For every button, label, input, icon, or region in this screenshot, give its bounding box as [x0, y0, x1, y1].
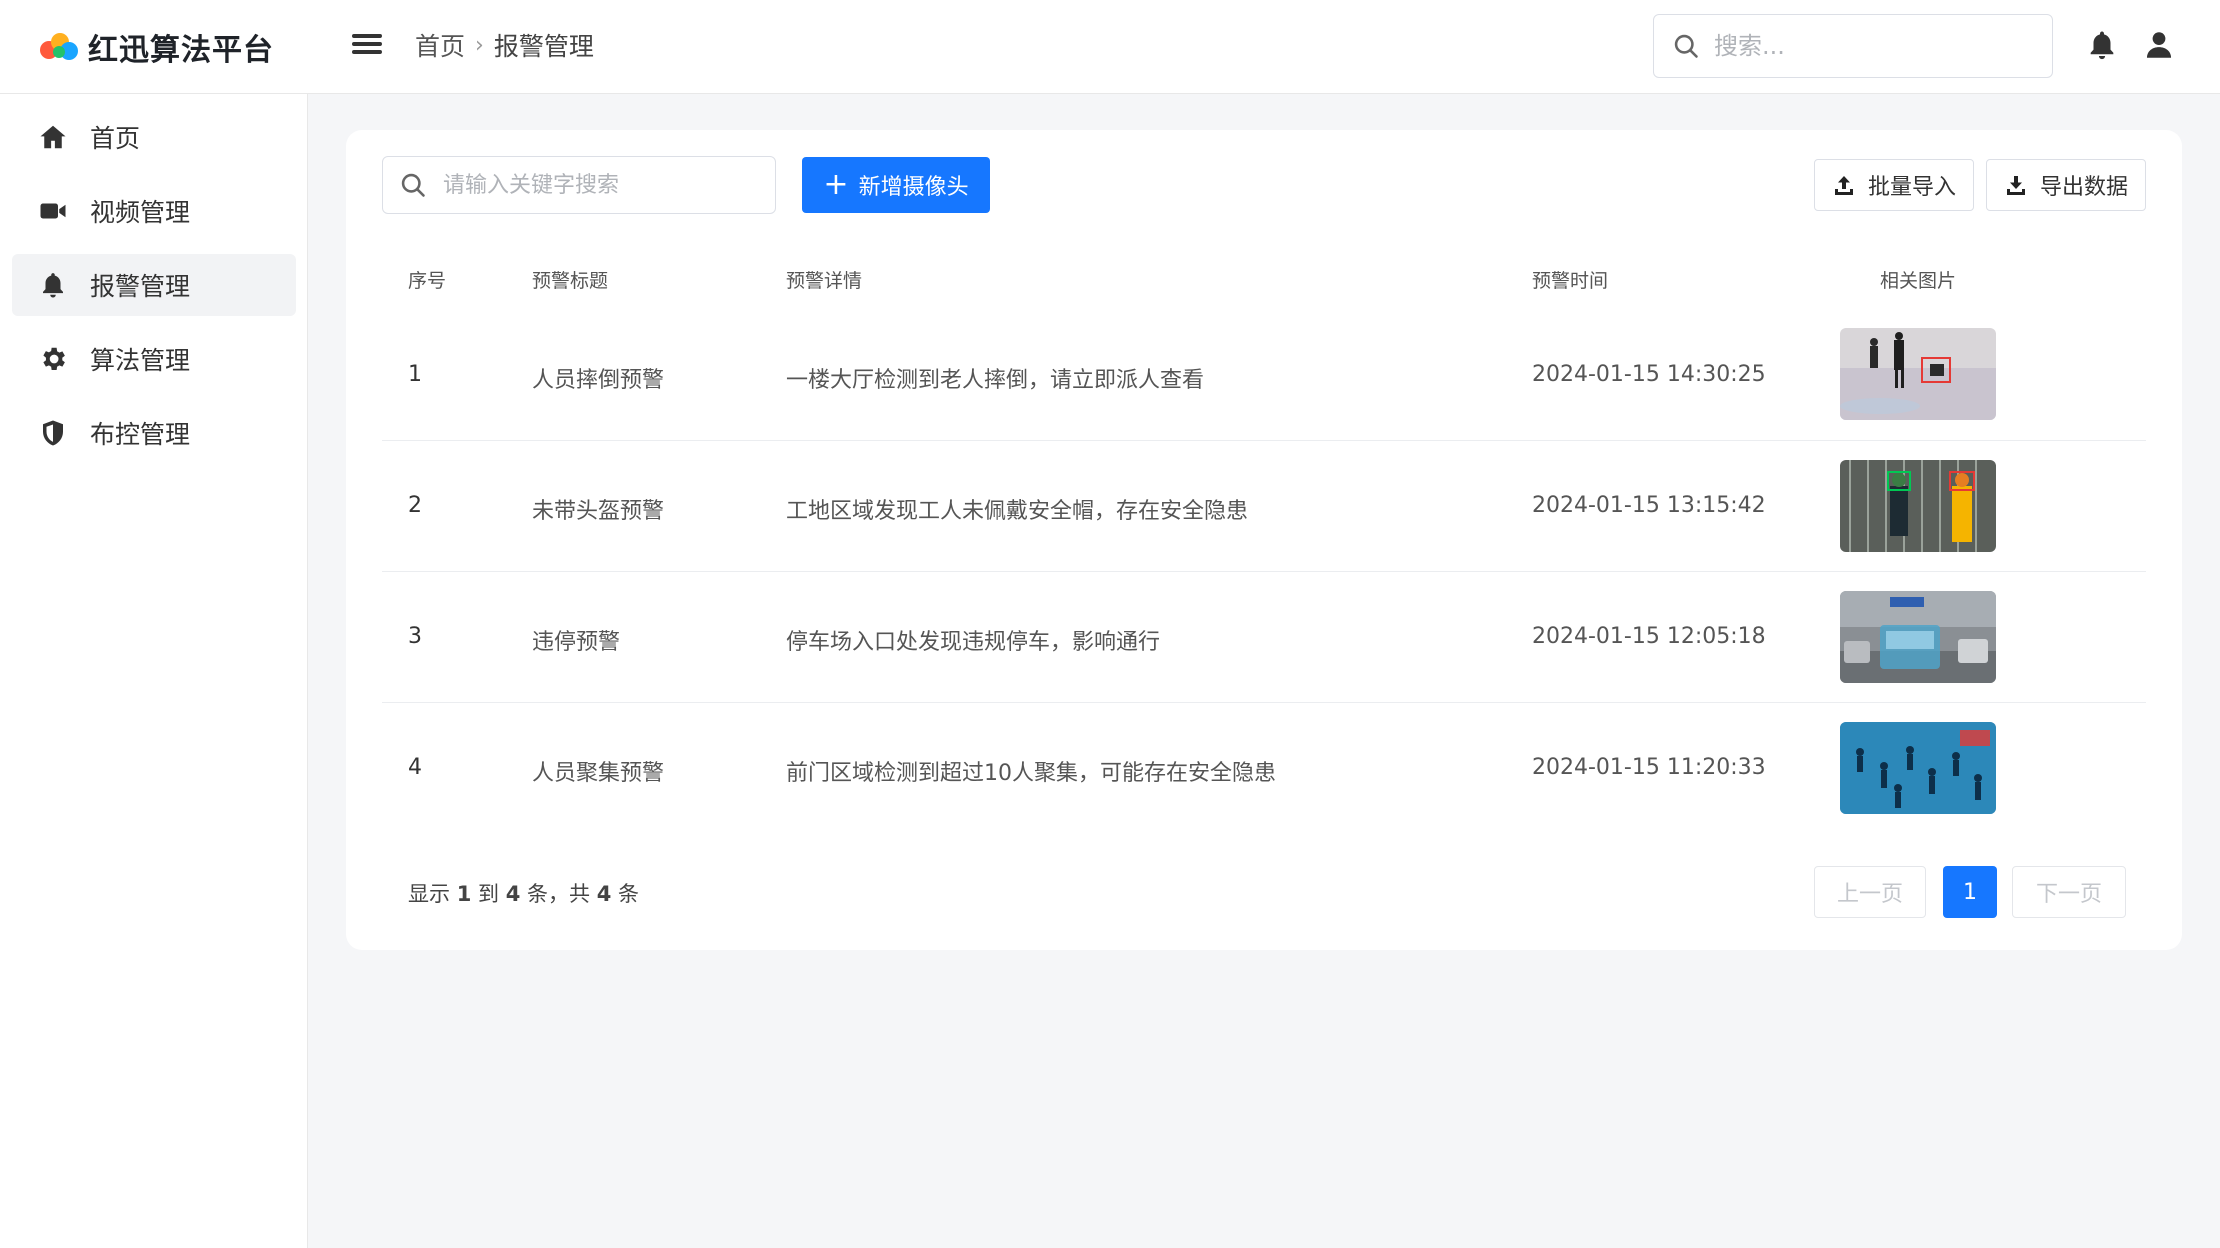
row-detail: 一楼大厅检测到老人摔倒，请立即派人查看 — [786, 368, 1205, 393]
table-row[interactable]: 3 违停预警 停车场入口处发现违规停车，影响通行 2024-01-15 12:0… — [382, 572, 2146, 703]
shield-icon — [43, 420, 63, 446]
video-camera-icon — [40, 203, 66, 219]
row-index: 1 — [408, 362, 422, 387]
alarm-thumbnail[interactable] — [1840, 591, 1996, 683]
page-number-button[interactable]: 1 — [1943, 866, 1997, 918]
batch-import-label: 批量导入 — [1867, 175, 1956, 200]
row-title: 人员聚集预警 — [532, 761, 665, 786]
gear-icon — [43, 347, 65, 370]
download-icon — [2006, 176, 2025, 195]
notification-bell-icon[interactable] — [2085, 28, 2119, 62]
column-header-detail: 预警详情 — [786, 270, 863, 292]
keyword-search[interactable] — [382, 156, 776, 214]
sidebar-item-label: 首页 — [90, 124, 141, 153]
alarm-list-card: + 新增摄像头 批量导入 导出数据 序号 预警标题 预警详情 预警时间 相关图片… — [346, 130, 2182, 950]
top-header: 红迅算法平台 首页 › 报警管理 — [0, 0, 2220, 94]
row-detail: 工地区域发现工人未佩戴安全帽，存在安全隐患 — [786, 499, 1249, 524]
row-time: 2024-01-15 14:30:25 — [1532, 362, 1766, 387]
global-search[interactable] — [1653, 14, 2053, 78]
sidebar-item-deploy[interactable]: 布控管理 — [12, 402, 296, 464]
row-index: 2 — [408, 493, 422, 518]
row-detail: 前门区域检测到超过10人聚集，可能存在安全隐患 — [786, 761, 1276, 786]
column-header-index: 序号 — [408, 270, 447, 292]
row-detail: 停车场入口处发现违规停车，影响通行 — [786, 630, 1161, 655]
export-data-label: 导出数据 — [2039, 175, 2128, 200]
menu-toggle-icon[interactable] — [352, 30, 382, 60]
upload-icon — [1834, 176, 1853, 195]
home-icon — [40, 125, 66, 149]
sidebar-nav: 首页 视频管理 报警管理 算法管理 布控管理 — [0, 94, 308, 1248]
table-row[interactable]: 2 未带头盔预警 工地区域发现工人未佩戴安全帽，存在安全隐患 2024-01-1… — [382, 441, 2146, 572]
search-icon — [1674, 34, 1698, 58]
alarm-thumbnail[interactable] — [1840, 460, 1996, 552]
app-title: 红迅算法平台 — [88, 33, 274, 68]
row-time: 2024-01-15 11:20:33 — [1532, 755, 1766, 780]
row-index: 3 — [408, 624, 422, 649]
sidebar-item-label: 算法管理 — [90, 346, 191, 375]
chevron-right-icon: › — [475, 32, 484, 58]
sidebar-item-label: 报警管理 — [90, 272, 191, 301]
column-header-image: 相关图片 — [1880, 270, 1957, 292]
global-search-input[interactable] — [1714, 32, 2034, 60]
batch-import-button[interactable]: 批量导入 — [1814, 159, 1974, 211]
column-header-title: 预警标题 — [532, 270, 609, 292]
keyword-search-input[interactable] — [443, 172, 763, 198]
bell-icon — [43, 273, 63, 298]
add-camera-button[interactable]: + 新增摄像头 — [802, 157, 990, 213]
breadcrumb-current: 报警管理 — [493, 32, 594, 61]
sidebar-item-home[interactable]: 首页 — [12, 106, 296, 168]
logo-icon — [40, 33, 78, 60]
sidebar-item-label: 视频管理 — [90, 198, 191, 227]
sidebar-item-alarm[interactable]: 报警管理 — [12, 254, 296, 316]
row-title: 未带头盔预警 — [532, 499, 665, 524]
sidebar-item-label: 布控管理 — [90, 420, 191, 449]
sidebar-item-video[interactable]: 视频管理 — [12, 180, 296, 242]
export-data-button[interactable]: 导出数据 — [1986, 159, 2146, 211]
search-icon — [401, 173, 425, 197]
app-logo[interactable]: 红迅算法平台 — [38, 22, 274, 72]
breadcrumb-home[interactable]: 首页 — [415, 27, 465, 63]
breadcrumb: 首页 › 报警管理 — [415, 27, 594, 63]
user-avatar-icon[interactable] — [2142, 28, 2176, 62]
row-title: 人员摔倒预警 — [532, 368, 665, 393]
alarm-thumbnail[interactable] — [1840, 722, 1996, 814]
row-title: 违停预警 — [532, 630, 621, 655]
row-time: 2024-01-15 13:15:42 — [1532, 493, 1766, 518]
plus-icon: + — [823, 167, 849, 202]
pagination-summary: 显示 1 到 4 条，共 4 条 — [408, 882, 639, 906]
sidebar-item-algorithm[interactable]: 算法管理 — [12, 328, 296, 390]
row-time: 2024-01-15 12:05:18 — [1532, 624, 1766, 649]
row-index: 4 — [408, 755, 422, 780]
next-page-button[interactable]: 下一页 — [2012, 866, 2126, 918]
table-row[interactable]: 1 人员摔倒预警 一楼大厅检测到老人摔倒，请立即派人查看 2024-01-15 … — [382, 310, 2146, 441]
prev-page-button[interactable]: 上一页 — [1814, 866, 1926, 918]
alarm-thumbnail[interactable] — [1840, 328, 1996, 420]
add-camera-label: 新增摄像头 — [858, 175, 969, 200]
column-header-time: 预警时间 — [1532, 270, 1609, 292]
table-row[interactable]: 4 人员聚集预警 前门区域检测到超过10人聚集，可能存在安全隐患 2024-01… — [382, 703, 2146, 834]
